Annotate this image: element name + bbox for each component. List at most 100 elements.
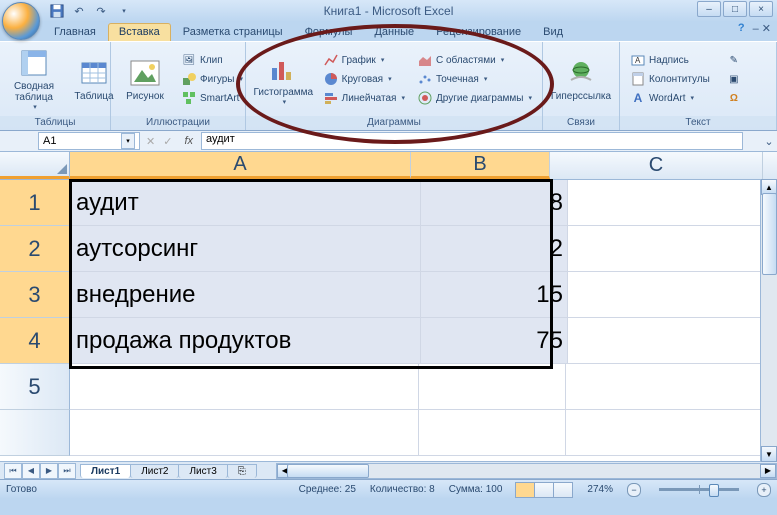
formula-input[interactable]: аудит: [201, 132, 743, 150]
zoom-in-icon[interactable]: +: [757, 483, 771, 497]
tab-formulas[interactable]: Формулы: [295, 24, 363, 41]
help-icon[interactable]: ?: [738, 22, 745, 35]
shapes-button[interactable]: Фигуры: [177, 70, 247, 88]
object-button[interactable]: ▣: [722, 70, 746, 88]
clip-button[interactable]: 🖼Клип: [177, 51, 247, 69]
page-break-view-icon[interactable]: [553, 482, 573, 498]
page-layout-view-icon[interactable]: [534, 482, 554, 498]
sheet-tab-2[interactable]: Лист2: [130, 464, 179, 478]
cell-a2[interactable]: аутсорсинг: [72, 226, 421, 272]
cell-a1[interactable]: аудит: [72, 180, 421, 226]
tab-home[interactable]: Главная: [44, 24, 106, 41]
last-sheet-icon[interactable]: ⏭: [58, 463, 76, 479]
select-all-corner[interactable]: [0, 152, 70, 179]
scroll-down-icon[interactable]: ▼: [761, 446, 777, 462]
bar-chart-icon: [323, 90, 339, 106]
cell-c4[interactable]: [568, 318, 772, 364]
formula-bar: A1▾ ✕ ✓ fx аудит ⌄: [0, 131, 777, 152]
row-header-6[interactable]: [0, 410, 70, 456]
svg-text:A: A: [635, 56, 641, 65]
namebox-dropdown-icon[interactable]: ▾: [121, 133, 135, 149]
cell-b6[interactable]: [419, 410, 566, 456]
symbol-button[interactable]: Ω: [722, 89, 746, 107]
pivot-table-button[interactable]: Сводная таблица: [6, 45, 62, 113]
hscroll-thumb[interactable]: [287, 464, 369, 478]
row-header-1[interactable]: 1: [0, 180, 72, 226]
sheet-tab-1[interactable]: Лист1: [80, 464, 131, 478]
vscroll-thumb[interactable]: [762, 193, 777, 275]
cell-a4[interactable]: продажа продуктов: [72, 318, 421, 364]
zoom-slider[interactable]: [659, 488, 739, 491]
redo-icon[interactable]: ↷: [92, 2, 110, 20]
horizontal-scrollbar[interactable]: ◀ ▶: [276, 463, 777, 479]
pie-chart-button[interactable]: Круговая: [319, 70, 409, 88]
group-tables-label: Таблицы: [0, 116, 110, 130]
minimize-ribbon-icon[interactable]: – ✕: [753, 22, 771, 35]
cell-c2[interactable]: [568, 226, 772, 272]
name-box[interactable]: A1▾: [38, 132, 140, 150]
zoom-out-icon[interactable]: −: [627, 483, 641, 497]
line-chart-button[interactable]: График: [319, 51, 409, 69]
row-header-5[interactable]: 5: [0, 364, 70, 410]
clip-icon: 🖼: [181, 52, 197, 68]
col-header-a[interactable]: A: [70, 152, 411, 179]
header-footer-button[interactable]: Колонтитулы: [626, 70, 714, 88]
undo-icon[interactable]: ↶: [70, 2, 88, 20]
scroll-right-icon[interactable]: ▶: [760, 464, 776, 478]
cell-a3[interactable]: внедрение: [72, 272, 421, 318]
row-header-4[interactable]: 4: [0, 318, 72, 364]
textbox-button[interactable]: AНадпись: [626, 51, 714, 69]
cell-b5[interactable]: [419, 364, 566, 410]
cell-b2[interactable]: 2: [421, 226, 568, 272]
cell-c1[interactable]: [568, 180, 772, 226]
view-buttons: [516, 482, 573, 498]
sheet-tab-3[interactable]: Лист3: [178, 464, 227, 478]
tab-view[interactable]: Вид: [533, 24, 573, 41]
enter-icon[interactable]: ✓: [159, 135, 176, 148]
row-header-3[interactable]: 3: [0, 272, 72, 318]
smartart-button[interactable]: SmartArt: [177, 89, 247, 107]
close-button[interactable]: ×: [749, 1, 773, 17]
tab-page-layout[interactable]: Разметка страницы: [173, 24, 293, 41]
scatter-chart-button[interactable]: Точечная: [413, 70, 536, 88]
cell-a5[interactable]: [70, 364, 419, 410]
row-header-2[interactable]: 2: [0, 226, 72, 272]
cell-a6[interactable]: [70, 410, 419, 456]
area-chart-button[interactable]: С областями: [413, 51, 536, 69]
tab-data[interactable]: Данные: [364, 24, 424, 41]
cell-c5[interactable]: [566, 364, 770, 410]
maximize-button[interactable]: □: [723, 1, 747, 17]
tab-insert[interactable]: Вставка: [108, 23, 171, 41]
first-sheet-icon[interactable]: ⏮: [4, 463, 22, 479]
new-sheet-icon[interactable]: ⎘: [227, 464, 257, 478]
cancel-icon[interactable]: ✕: [142, 135, 159, 148]
picture-button[interactable]: Рисунок: [117, 55, 173, 104]
group-text-label: Текст: [620, 116, 776, 130]
cell-b1[interactable]: 8: [421, 180, 568, 226]
fx-icon[interactable]: fx: [176, 135, 201, 147]
other-charts-button[interactable]: Другие диаграммы: [413, 89, 536, 107]
normal-view-icon[interactable]: [515, 482, 535, 498]
hyperlink-button[interactable]: Гиперссылка: [549, 55, 613, 104]
column-chart-button[interactable]: Гистограмма: [252, 51, 315, 108]
cell-c3[interactable]: [568, 272, 772, 318]
next-sheet-icon[interactable]: ▶: [40, 463, 58, 479]
bar-chart-button[interactable]: Линейчатая: [319, 89, 409, 107]
signature-button[interactable]: ✎: [722, 51, 746, 69]
minimize-button[interactable]: –: [697, 1, 721, 17]
office-button[interactable]: [2, 2, 40, 40]
zoom-level[interactable]: 274%: [587, 484, 613, 495]
save-icon[interactable]: [48, 2, 66, 20]
cell-b3[interactable]: 15: [421, 272, 568, 318]
expand-formula-icon[interactable]: ⌄: [761, 135, 777, 148]
cell-b4[interactable]: 75: [421, 318, 568, 364]
col-header-b[interactable]: B: [411, 152, 550, 179]
tab-review[interactable]: Рецензирование: [426, 24, 531, 41]
cell-c6[interactable]: [566, 410, 770, 456]
wordart-button[interactable]: AWordArt: [626, 89, 714, 107]
vertical-scrollbar[interactable]: ▲ ▼: [760, 179, 777, 462]
col-header-c[interactable]: C: [550, 152, 763, 179]
prev-sheet-icon[interactable]: ◀: [22, 463, 40, 479]
picture-icon: [129, 57, 161, 89]
qat-customize-icon[interactable]: [114, 2, 132, 20]
